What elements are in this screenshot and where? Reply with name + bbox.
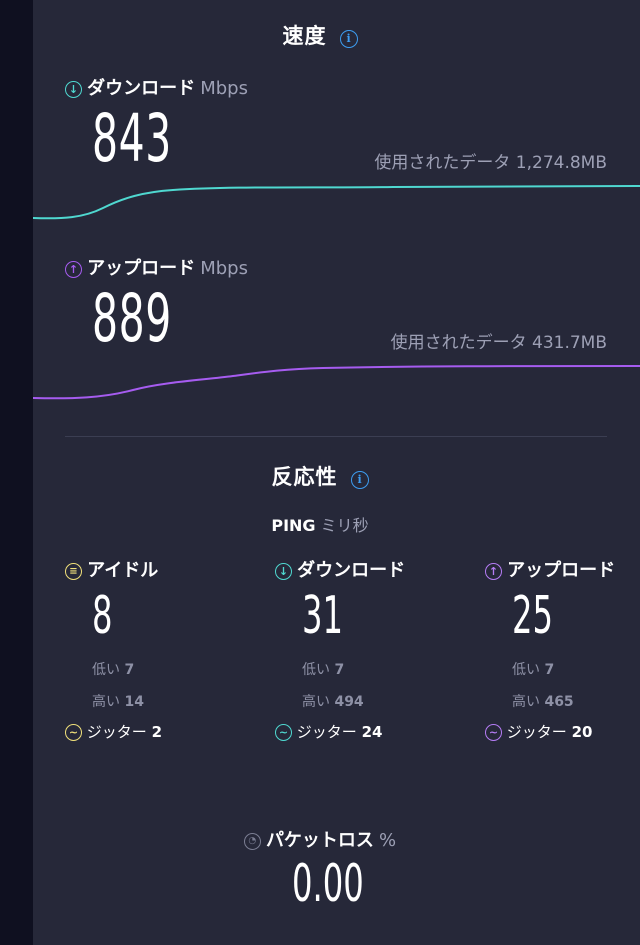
wave-icon: ~: [485, 724, 502, 741]
upload-speed-header: ↑ アップロード Mbps: [65, 254, 248, 280]
download-label: ダウンロード: [87, 78, 196, 99]
speed-title: 速度: [282, 24, 327, 48]
ping-upload-high: 高い 465: [512, 694, 574, 710]
ping-download-header: ↓ ダウンロード: [275, 556, 405, 582]
upload-speed-graph: [33, 365, 640, 400]
ping-download-label: ダウンロード: [297, 560, 406, 581]
ping-idle-jitter: ~ ジッター 2: [65, 721, 162, 742]
ping-upload-label: アップロード: [507, 560, 616, 581]
ping-upload-value: 25: [512, 586, 554, 646]
download-speed-value: 843: [92, 100, 172, 177]
ping-idle-value: 8: [92, 586, 113, 646]
arrow-down-circle-icon: ↓: [275, 563, 292, 580]
gauge-icon: ◔: [243, 833, 261, 850]
download-speed-graph: [33, 185, 640, 220]
ping-download-high: 高い 494: [302, 694, 364, 710]
info-icon[interactable]: i: [350, 470, 369, 489]
upload-unit: Mbps: [200, 258, 248, 279]
responsiveness-title: 反応性: [271, 465, 338, 489]
ping-upload-low: 低い 7: [512, 662, 555, 678]
wave-icon: ~: [65, 724, 82, 741]
ping-upload-jitter: ~ ジッター 20: [485, 721, 592, 742]
ping-download-low: 低い 7: [302, 662, 345, 678]
ping-idle-label: アイドル: [87, 560, 159, 581]
download-unit: Mbps: [200, 78, 248, 99]
packet-loss-header: ◔ パケットロス %: [0, 826, 640, 852]
responsiveness-section-header: 反応性 i: [0, 461, 640, 491]
ping-idle-low: 低い 7: [92, 662, 135, 678]
info-icon[interactable]: i: [339, 29, 358, 48]
ping-header: PING ミリ秒: [0, 512, 640, 536]
ping-upload-header: ↑ アップロード: [485, 556, 615, 582]
upload-label: アップロード: [87, 258, 196, 279]
packet-loss-label: パケットロス: [265, 830, 374, 851]
ping-unit: ミリ秒: [320, 516, 369, 535]
arrow-up-circle-icon: ↑: [485, 563, 502, 580]
packet-loss-unit: %: [379, 830, 397, 851]
ping-idle-header: ≡ アイドル: [65, 556, 158, 582]
speed-section-header: 速度 i: [0, 20, 640, 50]
idle-icon: ≡: [65, 563, 82, 580]
ping-idle-high: 高い 14: [92, 694, 144, 710]
section-divider: [65, 436, 607, 437]
ping-label: PING: [271, 516, 316, 535]
download-speed-header: ↓ ダウンロード Mbps: [65, 74, 248, 100]
arrow-down-circle-icon: ↓: [65, 81, 82, 98]
ping-download-jitter: ~ ジッター 24: [275, 721, 382, 742]
wave-icon: ~: [275, 724, 292, 741]
arrow-up-circle-icon: ↑: [65, 261, 82, 278]
ping-download-value: 31: [302, 586, 344, 646]
packet-loss-value: 0.00: [292, 854, 364, 914]
upload-speed-value: 889: [92, 280, 172, 357]
